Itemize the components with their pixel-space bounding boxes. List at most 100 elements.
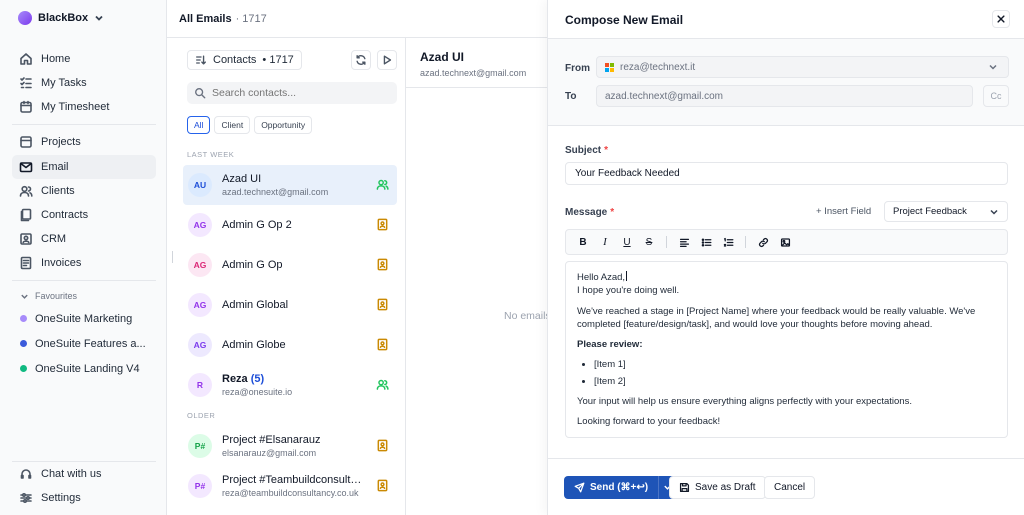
refresh-button[interactable] [351, 50, 371, 70]
strikethrough-button[interactable]: S [642, 235, 656, 249]
numbered-list-button[interactable] [721, 235, 735, 249]
invoices-icon [20, 257, 32, 270]
sidebar-item-settings[interactable]: Settings [12, 486, 156, 510]
save-icon [679, 482, 690, 493]
send-button-group: Send (⌘+↩) [564, 476, 677, 499]
contact-row[interactable]: AG Admin G Op [183, 245, 397, 285]
contact-row[interactable]: P# Project #Teambuildconsultan... reza@t… [183, 466, 397, 506]
contact-row[interactable]: AU Azad UI azad.technext@gmail.com [183, 165, 397, 205]
sidebar-item-crm[interactable]: CRM [12, 227, 156, 251]
opportunity-type-icon [377, 258, 388, 271]
insert-image-button[interactable] [778, 235, 792, 249]
favourite-item[interactable]: OneSuite Landing V4 [12, 356, 156, 381]
workspace-switcher[interactable]: BlackBox [18, 11, 104, 25]
play-icon [383, 55, 392, 65]
sidebar-divider [12, 280, 156, 282]
contact-row[interactable]: AG Admin Global [183, 285, 397, 325]
search-contacts[interactable] [187, 82, 397, 104]
compose-title: Compose New Email [565, 13, 684, 27]
resize-handle[interactable] [172, 251, 173, 263]
contact-name: Project #Elsanarauz [222, 434, 321, 446]
tasks-icon [20, 77, 32, 89]
contact-name: Reza [222, 373, 248, 385]
subject-input[interactable]: Your Feedback Needed [565, 162, 1008, 185]
sidebar-item-email[interactable]: Email [12, 154, 156, 179]
contact-name: Admin G Op 2 [222, 219, 292, 231]
contact-row[interactable]: R Reza (5) reza@onesuite.io [183, 365, 397, 405]
insert-link-button[interactable] [756, 235, 770, 249]
favourite-item[interactable]: OneSuite Marketing [12, 306, 156, 331]
favourite-item[interactable]: OneSuite Features a... [12, 331, 156, 356]
insert-field-button[interactable]: + Insert Field [816, 206, 871, 217]
sidebar-item-my-timesheet[interactable]: My Timesheet [12, 95, 156, 119]
cancel-button[interactable]: Cancel [764, 476, 816, 499]
to-field[interactable]: azad.technext@gmail.com [596, 85, 973, 107]
contact-email: elsanarauz@gmail.com [222, 448, 317, 458]
chevron-down-icon [989, 64, 997, 70]
from-select[interactable]: reza@technext.it [596, 56, 1009, 78]
cc-button[interactable]: Cc [983, 85, 1009, 107]
contact-row[interactable]: AG Admin G Op 2 [183, 205, 397, 245]
sidebar-item-projects[interactable]: Projects [12, 130, 156, 154]
sidebar-item-invoices[interactable]: Invoices [12, 251, 156, 275]
save-draft-label: Save as Draft [695, 482, 756, 493]
bullet-list-button[interactable] [699, 235, 713, 249]
avatar: P# [188, 474, 212, 498]
message-label-row: Message * [565, 207, 614, 218]
save-draft-button[interactable]: Save as Draft [669, 476, 766, 499]
project-color-dot [20, 340, 27, 348]
opportunity-type-icon [377, 218, 388, 231]
send-label: Send (⌘+↩) [590, 482, 649, 493]
contact-email: reza@teambuildconsultancy.co.uk [222, 488, 359, 498]
unread-count-badge: (5) [250, 373, 265, 385]
template-select[interactable]: Project Feedback [884, 201, 1008, 222]
primary-nav: Home My Tasks My Timesheet Projects Emai… [12, 47, 156, 381]
search-input[interactable] [212, 87, 382, 99]
sidebar-item-my-tasks[interactable]: My Tasks [12, 71, 156, 95]
detail-contact-name: Azad UI [420, 50, 465, 64]
filter-chip-client[interactable]: Client [214, 116, 251, 134]
filter-chip-opportunity[interactable]: Opportunity [254, 116, 313, 134]
rich-text-toolbar: B I U S [565, 229, 1008, 255]
contacts-filter-count: • 1717 [262, 54, 294, 66]
sidebar-item-home[interactable]: Home [12, 47, 156, 71]
send-button[interactable]: Send (⌘+↩) [564, 476, 658, 499]
filter-chip-all[interactable]: All [187, 116, 211, 134]
home-icon [20, 53, 32, 65]
bold-button[interactable]: B [576, 235, 590, 249]
play-button[interactable] [377, 50, 397, 70]
contacts-filter-button[interactable]: Contacts • 1717 [187, 50, 302, 70]
contact-name: Admin Globe [222, 339, 286, 351]
contact-row[interactable]: P# Project #Elsanarauz elsanarauz@gmail.… [183, 426, 397, 466]
avatar: AG [188, 213, 212, 237]
favourite-label: OneSuite Marketing [35, 312, 133, 325]
contact-row[interactable]: AG Admin Globe [183, 325, 397, 365]
contact-email: reza@onesuite.io [222, 387, 293, 397]
sidebar-item-contracts[interactable]: Contracts [12, 203, 156, 227]
favourites-toggle[interactable]: Favourites [12, 286, 156, 306]
opportunity-type-icon [377, 439, 388, 452]
send-icon [574, 482, 585, 493]
detail-header: Azad UI azad.technext@gmail.com [406, 38, 547, 88]
italic-button[interactable]: I [598, 235, 612, 249]
chat-with-us-button[interactable]: Chat with us [12, 462, 156, 486]
avatar: AG [188, 253, 212, 277]
crm-icon [20, 233, 32, 245]
message-review-list: [Item 1] [Item 2] [577, 358, 996, 388]
section-label: OLDER [187, 411, 216, 420]
chevron-down-icon [21, 294, 28, 299]
page-title: All Emails [179, 12, 232, 25]
chevron-down-icon [990, 209, 998, 215]
underline-button[interactable]: U [620, 235, 634, 249]
search-icon [195, 88, 206, 99]
align-button[interactable] [677, 235, 691, 249]
contact-name: Project #Teambuildconsultan... [222, 474, 367, 486]
subject-value: Your Feedback Needed [575, 168, 680, 179]
sidebar-item-clients[interactable]: Clients [12, 179, 156, 203]
brand-name: BlackBox [38, 12, 89, 24]
close-button[interactable] [992, 10, 1010, 28]
sidebar-item-label: Home [41, 53, 71, 65]
contact-list-panel: Contacts • 1717 All Client Opportunity L… [167, 38, 406, 515]
message-editor[interactable]: Hello Azad, I hope you're doing well. We… [565, 261, 1008, 438]
client-type-icon [376, 379, 389, 390]
